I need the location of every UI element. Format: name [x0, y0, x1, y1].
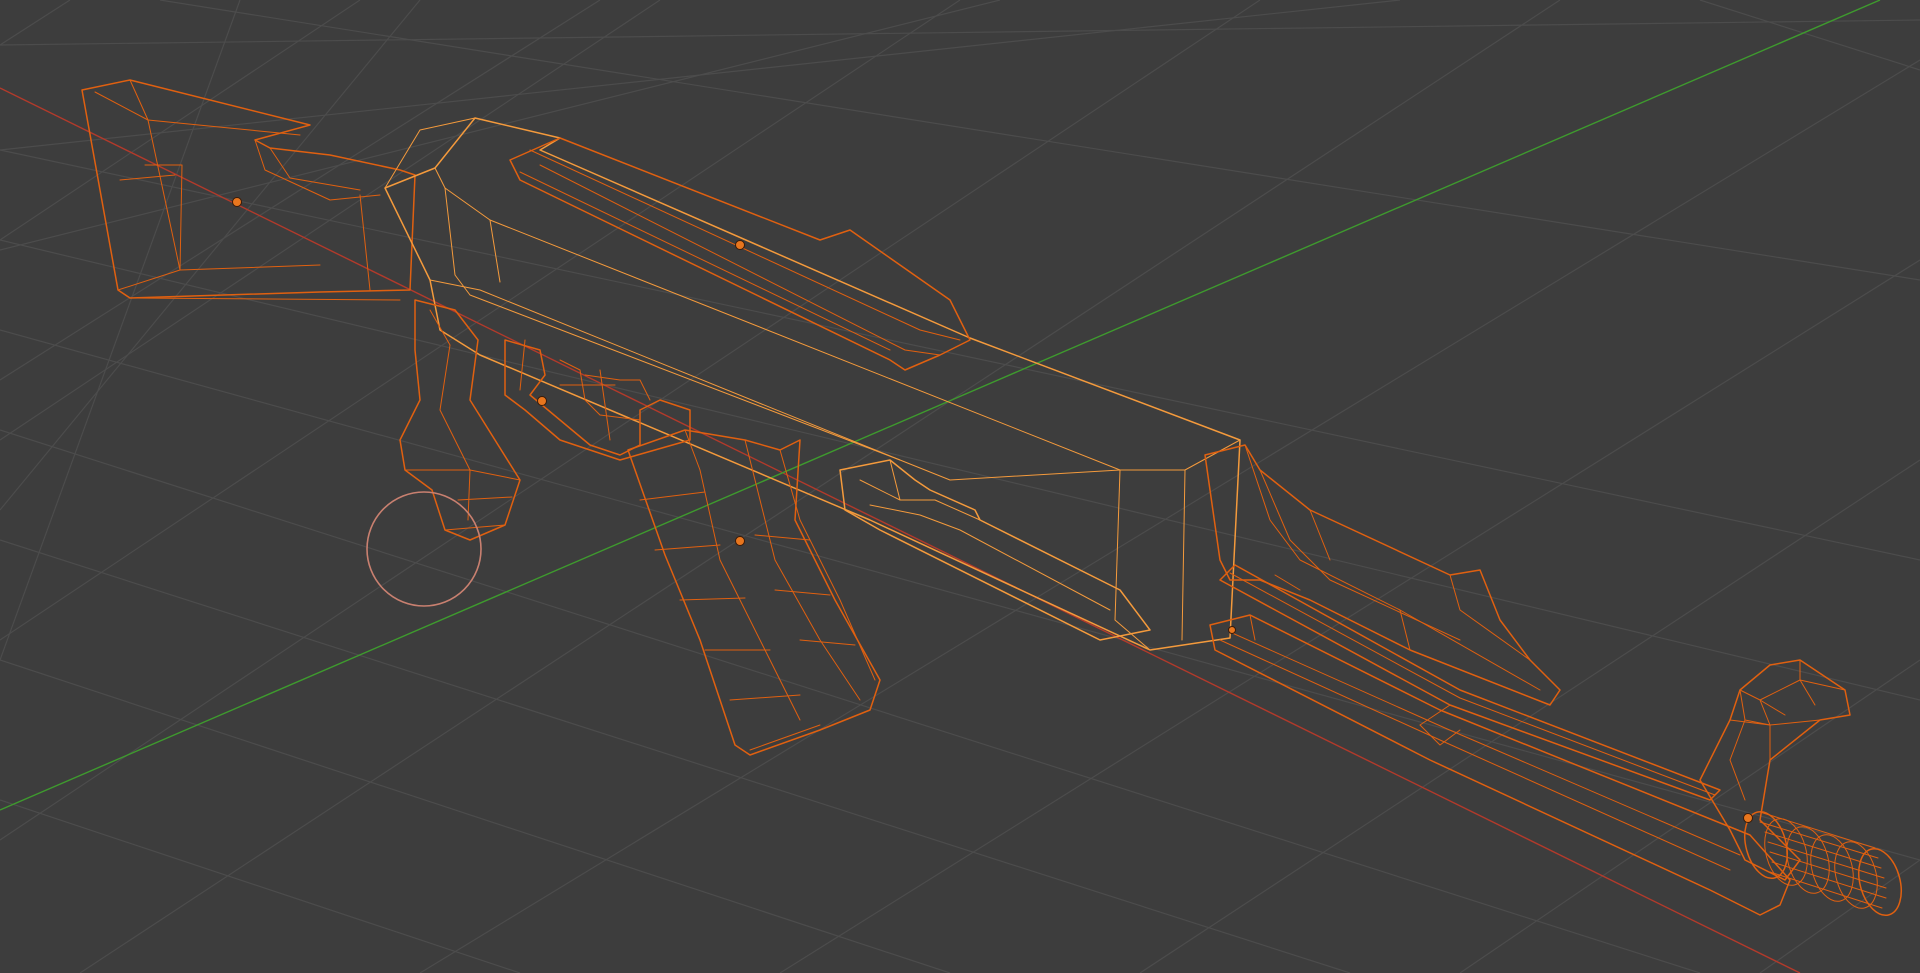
- origin-point: [1228, 626, 1236, 634]
- 3d-viewport[interactable]: [0, 0, 1920, 973]
- origin-point: [537, 396, 547, 406]
- floor-grid: [0, 0, 1920, 973]
- origin-point: [232, 197, 242, 207]
- viewport-canvas[interactable]: [0, 0, 1920, 973]
- origin-point: [1743, 813, 1753, 823]
- origin-point: [735, 536, 745, 546]
- gas-tube-mesh[interactable]: [1219, 564, 1721, 801]
- receiver-mesh[interactable]: [384, 117, 1241, 651]
- object-origins: [232, 197, 1753, 823]
- front-handguard-mesh[interactable]: [1204, 444, 1561, 706]
- 3d-cursor[interactable]: [366, 491, 482, 607]
- magazine-mesh[interactable]: [627, 429, 881, 756]
- x-axis-line: [0, 87, 1801, 973]
- origin-point: [735, 240, 745, 250]
- y-axis-line: [0, 0, 1881, 811]
- lower-handguard-mesh[interactable]: [839, 459, 1151, 641]
- rifle-wireframe[interactable]: [81, 79, 1908, 920]
